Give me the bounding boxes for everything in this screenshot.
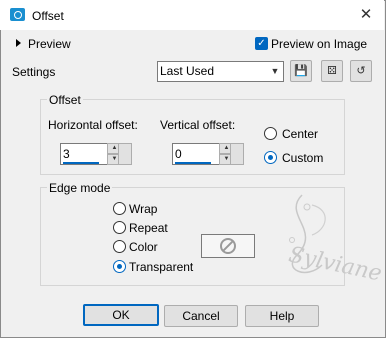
chevron-down-icon[interactable]: ▼ [268, 64, 282, 78]
help-button[interactable]: Help [245, 305, 319, 327]
save-icon: 💾 [294, 65, 308, 77]
vertical-offset-input[interactable]: 0 [172, 143, 220, 165]
settings-label: Settings [12, 65, 56, 79]
expand-triangle-icon[interactable] [16, 39, 21, 47]
custom-label[interactable]: Custom [282, 151, 323, 165]
no-color-icon [220, 238, 236, 254]
close-icon[interactable]: ✕ [356, 5, 376, 25]
ok-button[interactable]: OK [83, 304, 159, 326]
horizontal-offset-slider-icon[interactable] [118, 143, 132, 165]
wrap-label[interactable]: Wrap [129, 202, 157, 216]
horizontal-offset-label: Horizontal offset: [48, 118, 138, 132]
dice-icon: ⚄ [327, 65, 337, 77]
preview-toggle-label[interactable]: Preview [28, 37, 71, 51]
transparent-label[interactable]: Transparent [129, 260, 193, 274]
repeat-radio[interactable] [113, 221, 126, 234]
color-radio[interactable] [113, 240, 126, 253]
preview-on-image-label[interactable]: Preview on Image [271, 37, 367, 51]
preview-on-image-checkbox[interactable]: ✓ [255, 37, 268, 50]
center-radio[interactable] [264, 127, 277, 140]
horizontal-offset-input[interactable]: 3 [60, 143, 108, 165]
custom-radio[interactable] [264, 151, 277, 164]
window-title: Offset [32, 9, 64, 23]
horizontal-offset-value: 3 [63, 147, 70, 161]
color-label[interactable]: Color [129, 240, 158, 254]
center-label[interactable]: Center [282, 127, 318, 141]
edge-mode-group-title: Edge mode [47, 181, 113, 195]
vertical-offset-label: Vertical offset: [160, 118, 236, 132]
preset-combo[interactable]: Last Used ▼ [157, 61, 284, 82]
color-swatch[interactable] [201, 234, 255, 258]
reset-button[interactable]: ↺ [350, 60, 372, 82]
randomize-button[interactable]: ⚄ [321, 60, 343, 82]
wrap-radio[interactable] [113, 202, 126, 215]
reset-icon: ↺ [356, 65, 366, 77]
vertical-offset-slider-icon[interactable] [230, 143, 244, 165]
save-preset-button[interactable]: 💾 [290, 60, 312, 82]
vertical-offset-value: 0 [175, 147, 182, 161]
cancel-button[interactable]: Cancel [164, 305, 238, 327]
transparent-radio[interactable] [113, 260, 126, 273]
preset-value: Last Used [160, 64, 215, 78]
repeat-label[interactable]: Repeat [129, 221, 168, 235]
offset-group-title: Offset [47, 93, 83, 107]
app-icon [10, 8, 25, 21]
